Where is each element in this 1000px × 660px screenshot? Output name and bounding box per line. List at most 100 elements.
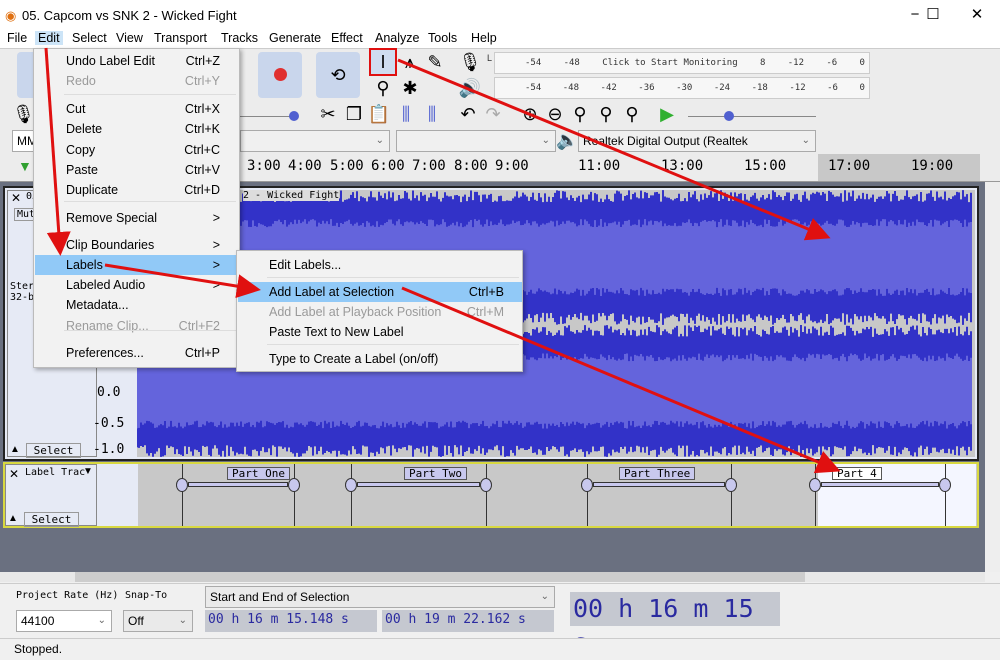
record-button[interactable] <box>258 52 302 98</box>
record-meter[interactable]: L -54 -48 Click to Start Monitoring 8 -12 -6 0 <box>487 52 870 74</box>
menu-tracks[interactable]: Tracks <box>218 31 261 45</box>
maximize-button[interactable]: ☐ <box>913 4 953 26</box>
label-span-bar[interactable] <box>188 482 288 487</box>
menu-help[interactable]: Help <box>468 31 500 45</box>
label-span-bar[interactable] <box>821 482 939 487</box>
menu-tools[interactable]: Tools <box>425 31 460 45</box>
collapse-icon[interactable]: ▲ <box>10 444 20 455</box>
menu-edit[interactable]: Edit <box>35 31 63 45</box>
menu-view[interactable]: View <box>113 31 146 45</box>
click-to-start-monitoring[interactable]: Click to Start Monitoring <box>602 58 737 68</box>
labels-submenu-item[interactable]: Add Label at Selection Ctrl+B <box>238 282 522 302</box>
select-track-button[interactable]: Select <box>24 512 79 527</box>
labels-submenu-item[interactable]: Type to Create a Label (on/off) <box>238 349 522 369</box>
menu-effect[interactable]: Effect <box>328 31 366 45</box>
silence-icon[interactable]: ⫼ <box>420 102 444 126</box>
edit-menu-item[interactable]: Clip Boundaries > <box>35 235 238 255</box>
label-text[interactable]: Part Three <box>619 467 696 480</box>
vertical-scrollbar[interactable] <box>985 182 1000 572</box>
close-track-button[interactable]: ✕ <box>11 191 21 205</box>
menu-generate[interactable]: Generate <box>266 31 324 45</box>
label-span-bar[interactable] <box>593 482 725 487</box>
selection-end-time[interactable]: 00 h 19 m 22.162 s <box>382 610 554 632</box>
label-right-handle[interactable] <box>480 478 492 492</box>
edit-menu-item[interactable]: Duplicate Ctrl+D <box>35 180 238 200</box>
labels-submenu-item[interactable]: Add Label at Playback Position Ctrl+M <box>238 302 522 322</box>
dropdown-icon[interactable]: ▼ <box>83 466 93 477</box>
label-span-bar[interactable] <box>357 482 480 487</box>
label-right-handle[interactable] <box>725 478 737 492</box>
recording-channels-select[interactable]: ⌄ <box>396 130 556 152</box>
scale-tick: -1.0 <box>93 442 125 457</box>
menu-analyze[interactable]: Analyze <box>372 31 422 45</box>
copy-icon[interactable]: ❐ <box>342 102 366 126</box>
play-at-speed-icon[interactable]: ▶ <box>655 102 679 126</box>
edit-menu-item[interactable]: Metadata... <box>35 295 238 315</box>
draw-tool-icon[interactable]: ✎ <box>423 50 447 74</box>
edit-menu-item[interactable]: Copy Ctrl+C <box>35 140 238 160</box>
record-volume-slider[interactable] <box>240 111 299 121</box>
cut-icon[interactable]: ✂ <box>316 102 340 126</box>
play-speed-slider[interactable] <box>688 111 816 121</box>
menu-file[interactable]: File <box>4 31 30 45</box>
edit-menu-item[interactable]: Remove Special > <box>35 208 238 228</box>
label-text[interactable]: Part One <box>227 467 290 480</box>
edit-menu-item[interactable]: Labeled Audio > <box>35 275 238 295</box>
playback-meter[interactable]: -54 -48 -42 -36 -30 -24 -18 -12 -6 0 <box>494 77 870 99</box>
selection-mode-select[interactable]: Start and End of Selection ⌄ <box>205 586 555 608</box>
paste-icon[interactable]: 📋 <box>367 102 391 126</box>
recording-device-select[interactable]: ⌄ <box>240 130 390 152</box>
multi-tool-icon[interactable]: ✱ <box>398 76 422 100</box>
label-left-handle[interactable] <box>176 478 188 492</box>
zoom-in-icon[interactable]: ⊕ <box>518 102 542 126</box>
edit-menu-item[interactable]: Paste Ctrl+V <box>35 160 238 180</box>
close-track-button[interactable]: ✕ <box>9 467 19 481</box>
labels-submenu-item[interactable]: Edit Labels... <box>238 255 522 275</box>
label-text[interactable]: Part Two <box>404 467 467 480</box>
speaker-icon[interactable]: 🔊 <box>458 76 482 100</box>
redo-icon[interactable]: ↷ <box>481 102 505 126</box>
label-right-handle[interactable] <box>288 478 300 492</box>
edit-menu-item[interactable]: Rename Clip... Ctrl+F2 <box>35 316 238 336</box>
selection-start-time[interactable]: 00 h 16 m 15.148 s <box>205 610 377 632</box>
edit-menu-item[interactable]: Redo Ctrl+Y <box>35 71 238 91</box>
edit-menu-item[interactable]: Undo Label Edit Ctrl+Z <box>35 51 238 71</box>
label-text[interactable]: Part 4 <box>832 467 882 480</box>
undo-icon[interactable]: ↶ <box>456 102 480 126</box>
edit-menu-item[interactable]: Preferences... Ctrl+P <box>35 343 238 363</box>
edit-menu-item[interactable]: Labels > <box>35 255 238 275</box>
menu-item-label: Paste <box>66 163 98 177</box>
snap-to-select[interactable]: Off ⌄ <box>123 610 193 632</box>
selection-tool-icon[interactable]: I <box>369 48 397 76</box>
fit-project-icon[interactable]: ⚲ <box>594 102 618 126</box>
speaker-icon: 🔈 <box>556 130 579 150</box>
horizontal-scrollbar[interactable] <box>0 572 985 582</box>
label-right-handle[interactable] <box>939 478 951 492</box>
loop-button[interactable]: ⟲ <box>316 52 360 98</box>
close-button[interactable]: ✕ <box>957 4 997 26</box>
playback-device-select[interactable]: Realtek Digital Output (Realtek ⌄ <box>578 130 816 152</box>
trim-icon[interactable]: ⫼ <box>394 102 418 126</box>
edit-menu-item[interactable]: Cut Ctrl+X <box>35 99 238 119</box>
envelope-tool-icon[interactable]: ⩚ <box>398 50 422 74</box>
zoom-tool-icon[interactable]: ⚲ <box>371 76 395 100</box>
menu-select[interactable]: Select <box>69 31 110 45</box>
zoom-toggle-icon[interactable]: ⚲ <box>620 102 644 126</box>
labels-submenu-item[interactable]: Paste Text to New Label <box>238 322 522 342</box>
edit-menu-item[interactable]: Delete Ctrl+K <box>35 119 238 139</box>
play-head-icon[interactable]: ▼ <box>18 158 32 174</box>
collapse-icon[interactable]: ▲ <box>8 513 18 524</box>
project-rate-select[interactable]: 44100 ⌄ <box>16 610 112 632</box>
audio-position-time[interactable]: 00 h 16 m 15 s <box>570 592 780 657</box>
track-name-button[interactable]: Label Trac <box>25 467 85 478</box>
label-left-handle[interactable] <box>581 478 593 492</box>
menu-transport[interactable]: Transport <box>151 31 210 45</box>
label-left-handle[interactable] <box>345 478 357 492</box>
tick: 0 <box>859 83 865 93</box>
clip-title[interactable]: 2 - Wicked Fight <box>243 190 340 201</box>
label-left-handle[interactable] <box>809 478 821 492</box>
microphone-icon[interactable]: 🎙 <box>458 50 482 74</box>
select-track-button[interactable]: Select <box>26 443 81 458</box>
zoom-out-icon[interactable]: ⊖ <box>543 102 567 126</box>
fit-selection-icon[interactable]: ⚲ <box>568 102 592 126</box>
